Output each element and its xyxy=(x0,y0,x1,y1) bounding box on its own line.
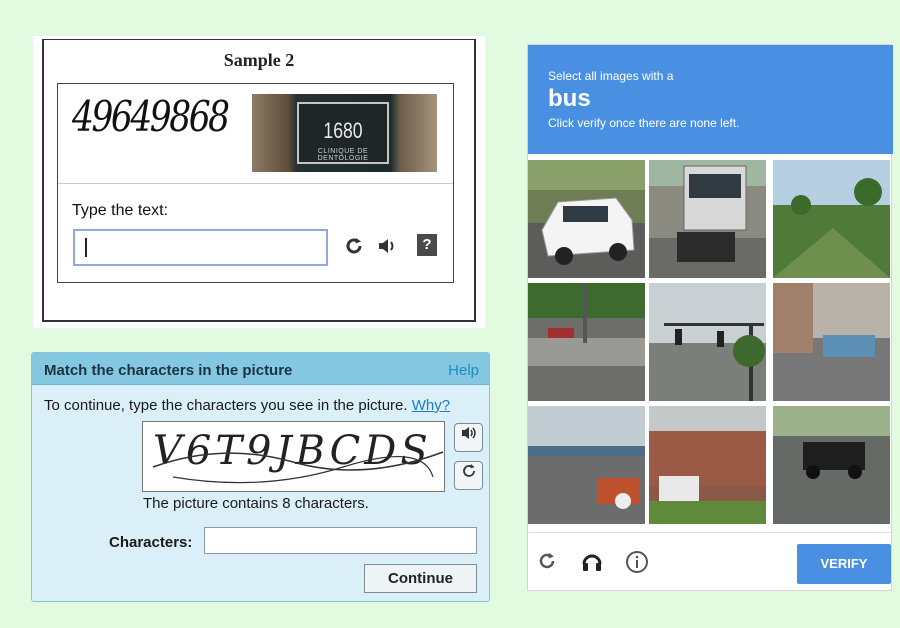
grid-tile-8[interactable] xyxy=(649,406,766,524)
grid-tile-7[interactable] xyxy=(528,406,645,524)
grid-tile-5[interactable] xyxy=(649,283,766,401)
house-number: 1680 xyxy=(323,118,363,143)
prompt-line-1: Select all images with a xyxy=(548,69,674,83)
captcha-box: 49649868 1680 CLINIQUE DE DENTOLOGIE Typ… xyxy=(57,83,454,283)
captcha-image-row: 49649868 1680 CLINIQUE DE DENTOLOGIE xyxy=(58,84,453,184)
reload-icon[interactable] xyxy=(536,550,558,578)
house-sign-subtext: CLINIQUE DE DENTOLOGIE xyxy=(317,148,369,162)
grid-tile-9[interactable] xyxy=(773,406,890,524)
headphones-icon[interactable] xyxy=(580,550,604,580)
why-link[interactable]: Why? xyxy=(412,397,450,414)
house-number-photo: 1680 CLINIQUE DE DENTOLOGIE xyxy=(252,94,437,172)
info-icon[interactable] xyxy=(625,550,649,580)
grid-tile-3[interactable] xyxy=(773,160,890,278)
characters-label: Characters: xyxy=(109,534,193,551)
widget-header: Match the characters in the picture Help xyxy=(32,353,489,385)
continue-button[interactable]: Continue xyxy=(364,564,477,593)
audio-icon[interactable] xyxy=(376,235,398,263)
captcha-text-input[interactable] xyxy=(73,229,328,266)
speaker-icon[interactable] xyxy=(454,423,483,452)
grid-tile-4[interactable] xyxy=(528,283,645,401)
grid-footer: VERIFY xyxy=(528,532,893,592)
widget-title: Match the characters in the picture xyxy=(44,362,293,379)
instruction-sentence: To continue, type the characters you see… xyxy=(44,397,408,414)
grid-tile-1[interactable] xyxy=(528,160,645,278)
verify-button[interactable]: VERIFY xyxy=(797,544,891,584)
prompt-line-3: Click verify once there are none left. xyxy=(548,116,740,130)
characters-input[interactable] xyxy=(204,527,477,554)
captcha-picture: V6T9JBCDS xyxy=(142,421,445,492)
house-number-plate: 1680 CLINIQUE DE DENTOLOGIE xyxy=(297,102,389,164)
target-word: bus xyxy=(548,85,591,112)
refresh-icon[interactable] xyxy=(454,461,483,490)
captcha-distorted-word: 49649868 xyxy=(72,92,230,141)
text-caret xyxy=(85,238,87,257)
sample2-title: Sample 2 xyxy=(223,50,295,70)
reload-icon[interactable] xyxy=(343,235,365,263)
match-characters-widget: Match the characters in the picture Help… xyxy=(31,352,490,602)
image-grid-captcha: Select all images with a bus Click verif… xyxy=(527,44,893,592)
instruction-text: To continue, type the characters you see… xyxy=(44,397,450,414)
help-button[interactable]: ? xyxy=(417,234,437,256)
grid-tile-6[interactable] xyxy=(773,283,890,401)
help-link[interactable]: Help xyxy=(448,362,479,379)
type-text-label: Type the text: xyxy=(72,202,169,219)
sample2-captcha: Sample 2 49649868 1680 CLINIQUE DE DENTO… xyxy=(33,36,485,328)
grid-tile-2[interactable] xyxy=(649,160,766,278)
character-count-text: The picture contains 8 characters. xyxy=(143,495,369,512)
captcha-noise-lines xyxy=(152,451,444,484)
prompt-banner: Select all images with a bus Click verif… xyxy=(528,45,893,154)
